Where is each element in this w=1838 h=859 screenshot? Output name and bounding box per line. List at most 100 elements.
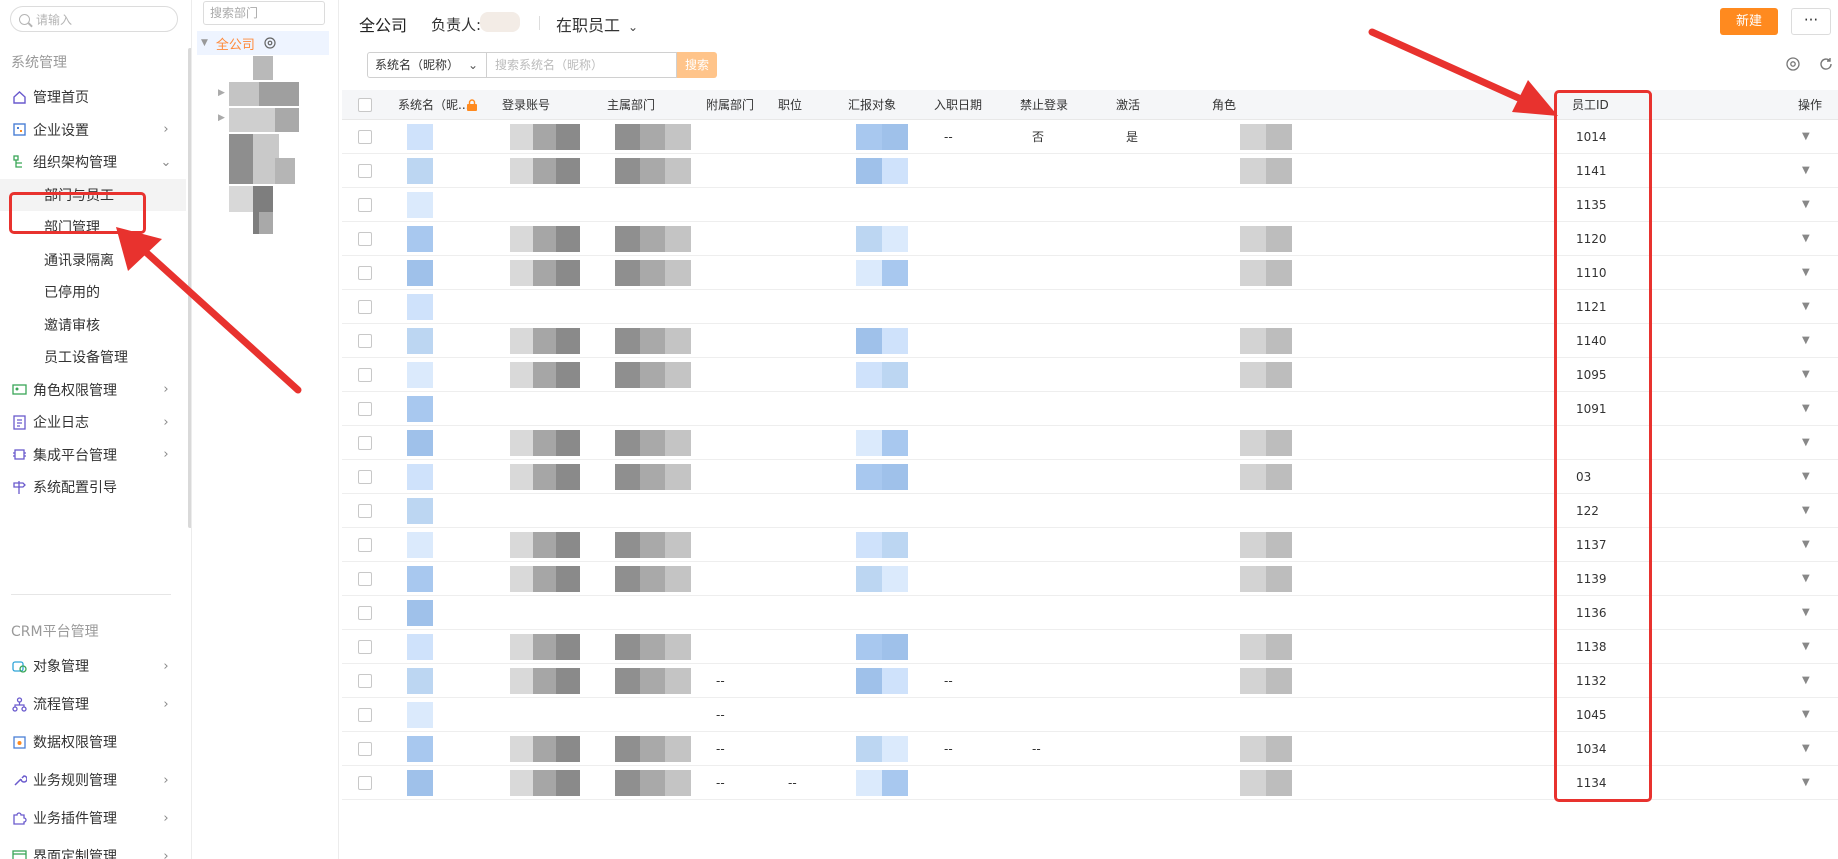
- column-header[interactable]: 系统名（昵...: [398, 90, 469, 120]
- column-header[interactable]: 角色: [1212, 90, 1236, 120]
- row-checkbox[interactable]: [358, 470, 372, 484]
- redacted-department: [615, 362, 691, 388]
- sidebar-item[interactable]: 企业设置 ›: [0, 114, 186, 146]
- refresh-icon[interactable]: [1818, 56, 1834, 72]
- column-header[interactable]: 附属部门: [706, 90, 754, 120]
- row-actions-dropdown-icon[interactable]: ▼: [1802, 120, 1810, 154]
- sidebar-search-input[interactable]: 请输入: [10, 6, 178, 32]
- expand-triangle-icon[interactable]: ▼: [201, 38, 208, 48]
- row-actions-dropdown-icon[interactable]: ▼: [1802, 630, 1810, 664]
- row-checkbox[interactable]: [358, 606, 372, 620]
- redacted-department: [615, 226, 691, 252]
- column-header[interactable]: 激活: [1116, 90, 1140, 120]
- chevron-down-icon: ⌄: [628, 20, 639, 34]
- column-header[interactable]: 入职日期: [934, 90, 982, 120]
- column-header[interactable]: 登录账号: [502, 90, 550, 120]
- row-checkbox[interactable]: [358, 776, 372, 790]
- row-checkbox[interactable]: [358, 266, 372, 280]
- column-header[interactable]: 汇报对象: [848, 90, 896, 120]
- row-actions-dropdown-icon[interactable]: ▼: [1802, 664, 1810, 698]
- sidebar-item[interactable]: 数据权限管理: [0, 726, 186, 758]
- column-header[interactable]: 职位: [778, 90, 802, 120]
- sidebar-item[interactable]: 业务规则管理 ›: [0, 764, 186, 796]
- row-checkbox[interactable]: [358, 402, 372, 416]
- row-checkbox[interactable]: [358, 368, 372, 382]
- row-actions-dropdown-icon[interactable]: ▼: [1802, 766, 1810, 800]
- row-checkbox[interactable]: [358, 504, 372, 518]
- sidebar-item[interactable]: 组织架构管理 ⌄: [0, 146, 186, 178]
- expand-triangle-icon[interactable]: ▶: [218, 88, 225, 98]
- row-actions-dropdown-icon[interactable]: ▼: [1802, 358, 1810, 392]
- redacted-avatar: [407, 260, 433, 286]
- row-actions-dropdown-icon[interactable]: ▼: [1802, 256, 1810, 290]
- row-checkbox[interactable]: [358, 742, 372, 756]
- sidebar-item[interactable]: 管理首页: [0, 81, 186, 113]
- log-icon: [11, 414, 27, 430]
- sidebar-item[interactable]: 对象管理 ›: [0, 650, 186, 682]
- row-checkbox[interactable]: [358, 674, 372, 688]
- row-checkbox[interactable]: [358, 572, 372, 586]
- row-checkbox[interactable]: [358, 538, 372, 552]
- row-actions-dropdown-icon[interactable]: ▼: [1802, 732, 1810, 766]
- row-checkbox[interactable]: [358, 334, 372, 348]
- redacted-account: [510, 770, 580, 796]
- row-actions-dropdown-icon[interactable]: ▼: [1802, 562, 1810, 596]
- more-button[interactable]: ···: [1791, 8, 1831, 35]
- row-actions-dropdown-icon[interactable]: ▼: [1802, 460, 1810, 494]
- row-checkbox[interactable]: [358, 164, 372, 178]
- hire-date: --: [944, 130, 953, 144]
- sidebar-item[interactable]: 集成平台管理 ›: [0, 439, 186, 471]
- row-actions-dropdown-icon[interactable]: ▼: [1802, 222, 1810, 256]
- chevron-icon: ›: [163, 848, 169, 859]
- sidebar-item[interactable]: 界面定制管理 ›: [0, 840, 186, 859]
- sidebar-item[interactable]: 业务插件管理 ›: [0, 802, 186, 834]
- row-checkbox[interactable]: [358, 708, 372, 722]
- employee-id-highlight-box: [1554, 90, 1652, 802]
- row-actions-dropdown-icon[interactable]: ▼: [1802, 596, 1810, 630]
- redacted-supervisor: [856, 328, 908, 354]
- signpost-icon: [11, 479, 27, 495]
- column-header[interactable]: 主属部门: [607, 90, 655, 120]
- department-search-input[interactable]: 搜索部门: [203, 1, 325, 25]
- row-checkbox[interactable]: [358, 436, 372, 450]
- redacted-role: [1240, 430, 1292, 456]
- filter-search-input[interactable]: 搜索系统名（昵称）: [487, 52, 677, 78]
- row-actions-dropdown-icon[interactable]: ▼: [1802, 154, 1810, 188]
- row-actions-dropdown-icon[interactable]: ▼: [1802, 324, 1810, 358]
- row-checkbox[interactable]: [358, 130, 372, 144]
- redacted-role: [1240, 362, 1292, 388]
- row-actions-dropdown-icon[interactable]: ▼: [1802, 392, 1810, 426]
- column-header-actions: 操作: [1798, 98, 1823, 112]
- filter-field-label: 系统名（昵称）: [375, 58, 460, 72]
- sidebar-item[interactable]: 系统配置引导: [0, 471, 186, 503]
- redacted-avatar: [407, 328, 433, 354]
- column-header[interactable]: 禁止登录: [1020, 90, 1068, 120]
- new-button[interactable]: 新建: [1720, 8, 1778, 35]
- row-actions-dropdown-icon[interactable]: ▼: [1802, 290, 1810, 324]
- settings-icon[interactable]: [1785, 56, 1801, 72]
- annotation-arrow-right: [1368, 28, 1558, 116]
- row-actions-dropdown-icon[interactable]: ▼: [1802, 528, 1810, 562]
- select-all-checkbox[interactable]: [358, 98, 372, 112]
- row-checkbox[interactable]: [358, 300, 372, 314]
- row-checkbox[interactable]: [358, 198, 372, 212]
- expand-triangle-icon[interactable]: ▶: [218, 113, 225, 123]
- redacted-supervisor: [856, 158, 908, 184]
- row-actions-dropdown-icon[interactable]: ▼: [1802, 188, 1810, 222]
- locate-icon[interactable]: [263, 36, 277, 50]
- sidebar-item[interactable]: 流程管理 ›: [0, 688, 186, 720]
- group-system-label: 系统管理: [11, 55, 67, 71]
- employee-status-dropdown[interactable]: 在职员工 ⌄: [556, 12, 638, 36]
- row-actions-dropdown-icon[interactable]: ▼: [1802, 494, 1810, 528]
- row-actions-dropdown-icon[interactable]: ▼: [1802, 698, 1810, 732]
- tree-node-root[interactable]: ▼ 全公司: [197, 31, 329, 55]
- app-window: 请输入 系统管理 管理首页 企业设置 › 组织架构管理 ⌄ 部门与员工 部门管理 通讯录隔离已…: [0, 0, 1838, 859]
- sidebar-item[interactable]: 企业日志 ›: [0, 406, 186, 438]
- row-actions-dropdown-icon[interactable]: ▼: [1802, 426, 1810, 460]
- owner-label: 负责人:: [431, 16, 482, 34]
- filter-field-select[interactable]: 系统名（昵称） ⌄: [367, 52, 487, 78]
- search-button[interactable]: 搜索: [677, 52, 717, 78]
- row-checkbox[interactable]: [358, 640, 372, 654]
- row-checkbox[interactable]: [358, 232, 372, 246]
- sidebar-divider: [11, 594, 171, 595]
